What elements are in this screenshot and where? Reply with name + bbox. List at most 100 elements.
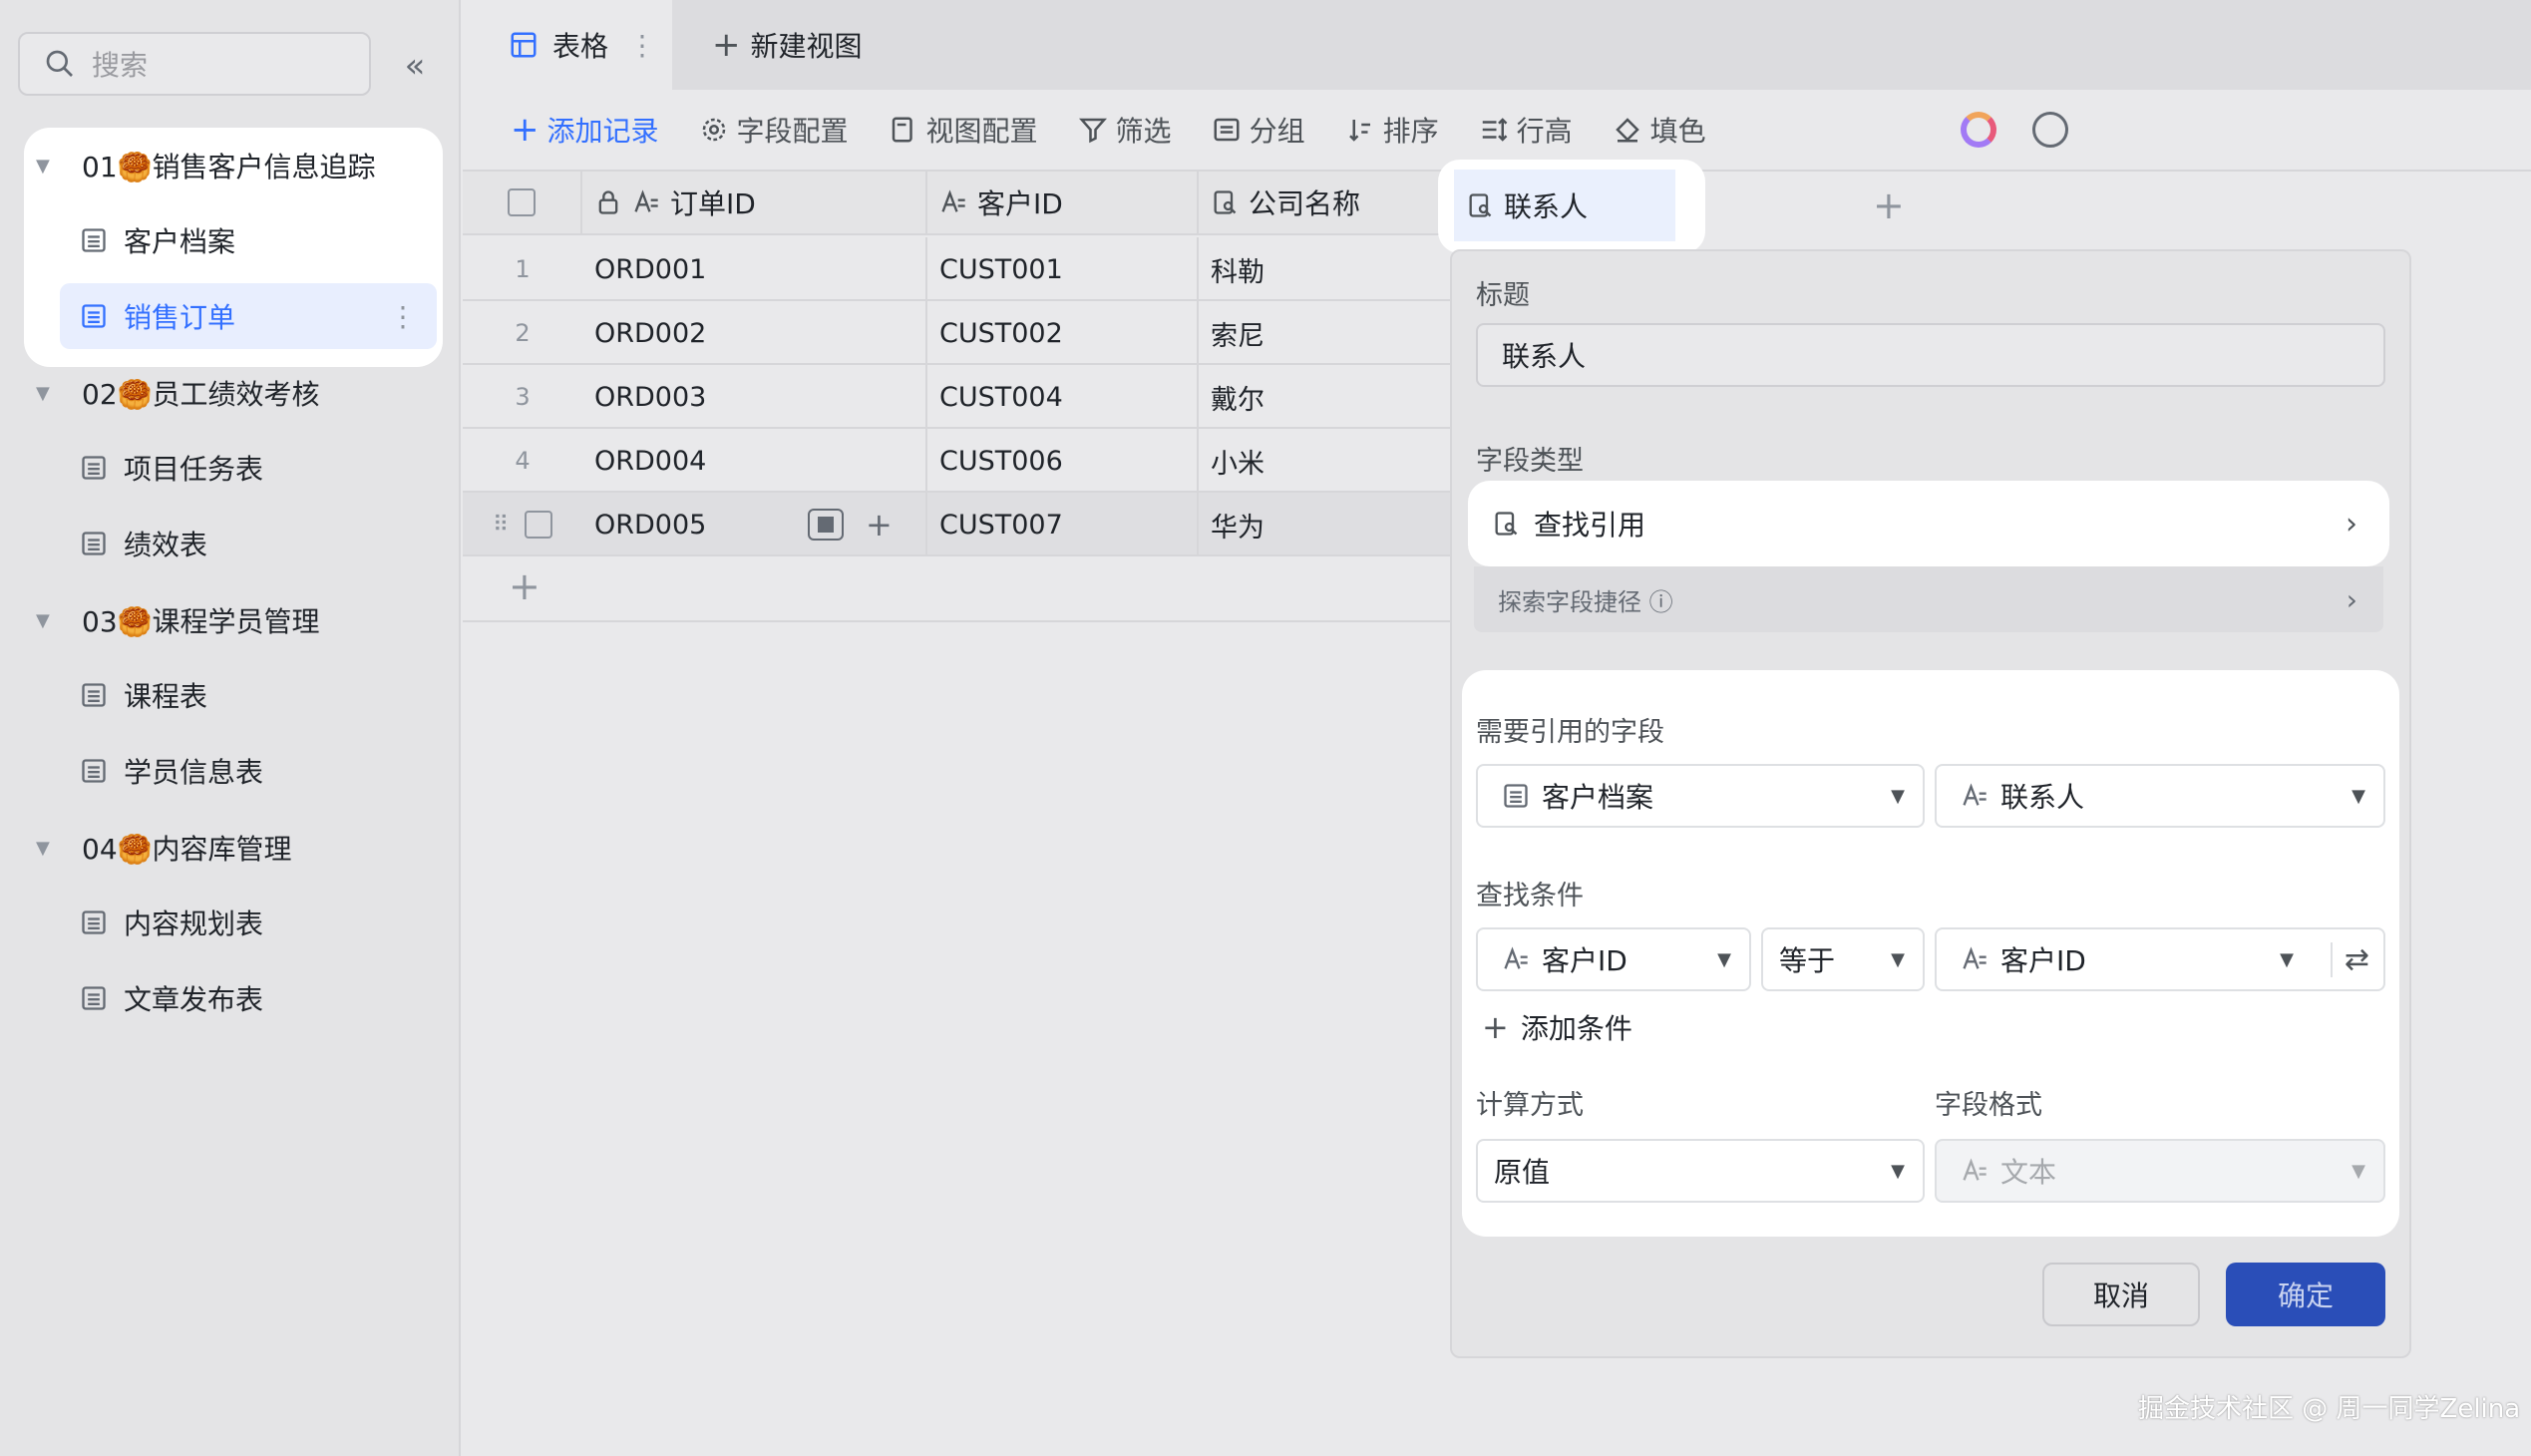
calc-select[interactable]: 原值 ▼: [1476, 1139, 1925, 1203]
cell-company[interactable]: 小米: [1199, 429, 1450, 493]
ai-assistant-icon[interactable]: [1961, 112, 1996, 148]
calc-value: 原值: [1494, 1156, 1551, 1189]
cell-customer-id[interactable]: CUST004: [927, 365, 1199, 429]
column-header-label: 公司名称: [1249, 187, 1361, 220]
add-row-area: [463, 556, 1450, 622]
sidebar-group-2[interactable]: ▼ 02🥮员工绩效考核: [36, 363, 320, 423]
column-header-contact[interactable]: 联系人: [1454, 170, 1675, 241]
column-header-customer-id[interactable]: 客户ID: [927, 172, 1199, 235]
row-height-button[interactable]: 行高: [1479, 110, 1573, 150]
format-select: 文本 ▼: [1935, 1139, 2385, 1203]
ref-field-select[interactable]: 联系人 ▼: [1935, 764, 2385, 828]
sidebar-group-3[interactable]: ▼ 03🥮课程学员管理: [36, 590, 320, 650]
text-field-icon: [1963, 946, 1987, 969]
plus-icon[interactable]: +: [866, 506, 893, 544]
collapse-sidebar-icon[interactable]: «: [395, 46, 435, 86]
fill-color-button[interactable]: 填色: [1613, 110, 1706, 150]
cell-customer-id[interactable]: CUST006: [927, 429, 1199, 493]
sort-button[interactable]: 排序: [1345, 110, 1439, 150]
sidebar-item-project-tasks[interactable]: 项目任务表: [60, 435, 437, 501]
add-record-button[interactable]: + 添加记录: [511, 110, 659, 150]
condition-target-select[interactable]: 客户ID ▼ ⇄: [1935, 927, 2385, 991]
sidebar-item-sales-order[interactable]: 销售订单 ⋮: [60, 283, 437, 349]
cell-company[interactable]: 索尼: [1199, 301, 1450, 365]
add-condition-button[interactable]: + 添加条件: [1482, 1007, 1632, 1047]
cell-order-id[interactable]: ORD005 +: [582, 493, 927, 556]
row-height-icon: [1482, 118, 1507, 142]
cell-company[interactable]: 华为: [1199, 493, 1450, 556]
condition-target-value: 客户ID: [2000, 944, 2086, 977]
cell-order-id[interactable]: ORD002: [582, 301, 927, 365]
caret-down-icon: ▼: [2280, 948, 2294, 970]
more-vertical-icon[interactable]: ⋮: [628, 29, 656, 62]
sidebar-item-article-publish[interactable]: 文章发布表: [60, 965, 437, 1031]
sidebar-item-content-plan[interactable]: 内容规划表: [60, 890, 437, 955]
select-all-checkbox-cell: [463, 172, 582, 235]
sidebar-item-customer-archive[interactable]: 客户档案: [60, 207, 437, 273]
footer-watermark: 掘金技术社区 @ 周一同学Zelina: [2138, 1394, 2521, 1424]
condition-operator-select[interactable]: 等于 ▼: [1761, 927, 1925, 991]
sidebar-item-students[interactable]: 学员信息表: [60, 738, 437, 804]
add-row-button[interactable]: +: [509, 564, 541, 608]
table-icon: [82, 683, 106, 707]
cell-company[interactable]: 科勒: [1199, 237, 1450, 301]
field-type-value: 查找引用: [1534, 509, 1646, 542]
column-header-company[interactable]: 公司名称: [1199, 172, 1450, 235]
cell-order-id[interactable]: ORD004: [582, 429, 927, 493]
condition-field-select[interactable]: 客户ID ▼: [1476, 927, 1751, 991]
tab-table[interactable]: 表格 ⋮: [463, 0, 672, 90]
cell-company[interactable]: 戴尔: [1199, 365, 1450, 429]
cell-order-id[interactable]: ORD001: [582, 237, 927, 301]
field-type-select[interactable]: 查找引用 ›: [1478, 491, 2379, 556]
filter-button[interactable]: 筛选: [1078, 110, 1172, 150]
sidebar-group-1[interactable]: ▼ 01🥮销售客户信息追踪: [36, 136, 376, 195]
shortcut-label: 探索字段捷径 ⓘ: [1498, 587, 1673, 616]
text-field-icon: [1963, 1158, 1987, 1181]
text-field-icon: [941, 189, 965, 212]
table-icon: [82, 456, 106, 480]
table-row[interactable]: 2 ORD002 CUST002 索尼: [463, 301, 1450, 365]
field-config-label: 字段配置: [736, 115, 849, 148]
drag-handle-icon[interactable]: ⠿: [493, 513, 509, 538]
sidebar-item-label: 客户档案: [124, 225, 236, 258]
history-icon[interactable]: [2032, 112, 2068, 148]
ref-table-select[interactable]: 客户档案 ▼: [1476, 764, 1925, 828]
sidebar-item-label: 项目任务表: [124, 453, 264, 486]
cell-customer-id[interactable]: CUST002: [927, 301, 1199, 365]
table-row[interactable]: 1 ORD001 CUST001 科勒: [463, 237, 1450, 301]
row-select: ⠿: [463, 493, 582, 556]
sidebar-group-4[interactable]: ▼ 04🥮内容库管理: [36, 818, 292, 878]
view-config-button[interactable]: 视图配置: [889, 110, 1038, 150]
lookup-field-icon: [1469, 193, 1492, 217]
add-record-label: 添加记录: [546, 115, 659, 148]
more-vertical-icon[interactable]: ⋮: [389, 300, 417, 333]
column-header-label: 联系人: [1504, 190, 1589, 223]
group-button[interactable]: 分组: [1212, 110, 1305, 150]
field-shortcut-link[interactable]: 探索字段捷径 ⓘ ›: [1474, 566, 2383, 632]
field-config-button[interactable]: 字段配置: [699, 110, 849, 150]
cell-order-id[interactable]: ORD003: [582, 365, 927, 429]
table-row[interactable]: 3 ORD003 CUST004 戴尔: [463, 365, 1450, 429]
chevron-right-icon: ›: [2346, 506, 2357, 542]
expand-record-icon[interactable]: [808, 509, 844, 541]
column-header-order-id[interactable]: 订单ID: [582, 172, 927, 235]
row-number: 3: [515, 383, 531, 411]
row-checkbox[interactable]: [525, 511, 553, 539]
row-height-label: 行高: [1516, 115, 1573, 148]
table-row[interactable]: 4 ORD004 CUST006 小米: [463, 429, 1450, 493]
search-input[interactable]: 搜索: [18, 32, 371, 96]
sidebar-item-performance[interactable]: 绩效表: [60, 511, 437, 576]
new-view-button[interactable]: + 新建视图: [712, 0, 863, 90]
cell-customer-id[interactable]: CUST007: [927, 493, 1199, 556]
select-all-checkbox[interactable]: [508, 188, 536, 216]
swap-icon[interactable]: ⇄: [2330, 941, 2369, 977]
title-input[interactable]: 联系人: [1476, 323, 2385, 387]
sidebar-item-courses[interactable]: 课程表: [60, 662, 437, 728]
filter-icon: [1078, 118, 1107, 144]
cell-customer-id[interactable]: CUST001: [927, 237, 1199, 301]
lookup-field-icon: [1214, 190, 1237, 214]
cancel-button[interactable]: 取消: [2042, 1263, 2200, 1326]
add-column-button[interactable]: +: [1873, 183, 1905, 227]
confirm-button[interactable]: 确定: [2226, 1263, 2385, 1326]
table-row-hovered[interactable]: ⠿ ORD005 + CUST007 华为: [463, 493, 1450, 556]
